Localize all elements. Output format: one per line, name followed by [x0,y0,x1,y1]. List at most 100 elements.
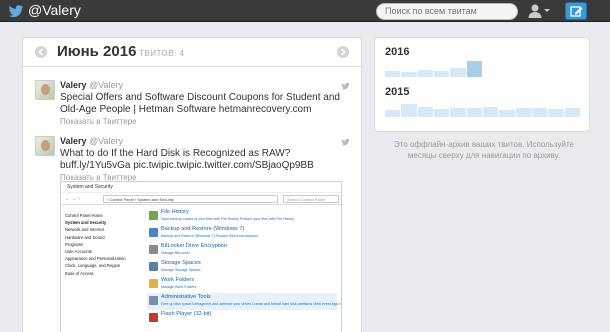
control-panel-item: Flash Player (32-bit) [147,310,337,327]
tweet-attached-image[interactable]: System and Security ← → ↑ › Control Pane… [60,181,342,332]
month-bar[interactable] [466,61,482,77]
control-panel-item-title: File History [161,209,189,215]
control-panel-item-title: Administrative Tools [161,294,211,300]
timeline-card: Июнь 2016 ТВИТОВ: 4 Valery @Valery Speci… [22,37,362,332]
control-panel-item-icon [149,211,158,220]
archive-card: 2016 2015 [374,37,590,132]
month-bar[interactable] [450,68,466,77]
top-bar: @Valery Поиск по всем твитам [0,0,610,22]
month-bar[interactable] [385,110,401,117]
sidebar-item: Control Panel Home [65,213,103,218]
archive-caption: Это оффлайн-архив ваших твитов. Использу… [394,140,574,160]
sidebar-item: Clock, Language, and Region [65,263,121,269]
twitter-bird-icon [341,138,350,146]
tweet-author: Valery @Valery [60,80,123,90]
control-panel-item-icon [149,228,158,237]
twitter-bird-icon[interactable] [8,3,24,19]
month-bars-2016 [385,60,581,77]
month-header: Июнь 2016 ТВИТОВ: 4 [23,38,361,67]
year-2016[interactable]: 2016 [385,46,409,58]
address-bar: ← → ↑ › Control Panel › System and Secur… [61,193,341,205]
control-panel-search: Search Control Panel [283,195,339,203]
avatar[interactable] [35,80,55,100]
control-panel-item-icon [149,279,158,288]
control-panel-sidebar: Control Panel Home System and Security N… [65,212,141,277]
sidebar-item: System and Security [65,220,107,226]
control-panel-item-title: Work Folders [161,277,195,283]
month-bar[interactable] [385,71,401,77]
control-panel-item-icon [149,245,158,254]
control-panel-item-links: Free up disk space Defragment and optimi… [161,302,342,306]
avatar[interactable] [35,136,55,156]
year-2015[interactable]: 2015 [385,86,409,98]
author-name[interactable]: Valery [60,136,87,146]
tweet-author: Valery @Valery [60,136,123,146]
chevron-left-icon [38,48,44,56]
author-name[interactable]: Valery [60,80,87,90]
tweet-text: Special Offers and Software Discount Cou… [60,92,340,115]
search-input[interactable]: Поиск по всем твитам [376,3,518,20]
tweet-text: What to do If the Hard Disk is Recognize… [60,148,314,171]
control-panel-item-title: Storage Spaces [161,260,201,266]
sidebar-item: Appearance and Personalization [65,256,126,262]
control-panel-item-icon [149,296,158,305]
month-bar[interactable] [466,108,482,117]
tweet: Valery @Valery Special Offers and Softwa… [23,80,361,132]
month-bar[interactable] [548,109,564,117]
sidebar-item: Network and Internet [65,227,104,233]
breadcrumb: › Control Panel › System and Security [103,195,278,203]
sidebar-item: Hardware and Sound [65,234,105,240]
control-panel-item: Administrative Tools Free up disk space D… [147,293,341,310]
month-bar[interactable] [450,108,466,117]
view-on-twitter-link[interactable]: Показать в Твиттере [60,117,137,126]
control-panel-items: File History Save backup copies of your f… [147,208,341,327]
month-bar[interactable] [417,70,433,77]
month-bar[interactable] [532,108,548,117]
month-bar[interactable] [434,109,450,117]
control-panel-item: File History Save backup copies of your f… [147,208,337,225]
month-bar[interactable] [564,108,580,117]
tweet-count: ТВИТОВ: 4 [139,49,185,58]
control-panel-item-links: Save backup copies of your files with Fi… [161,217,295,221]
tweet-link[interactable]: buff.ly/1Yu5vGa pic.twipic.twipic.twitte… [60,160,314,171]
control-panel-item-title: Backup and Restore (Windows 7) [161,226,245,232]
control-panel-item: Work Folders Manage Work Folders [147,276,337,293]
prev-month-button[interactable] [35,46,47,58]
user-menu-button[interactable] [527,2,551,20]
nav-arrows-icon: ← → ↑ [65,196,81,202]
tweet-link[interactable]: hetmanrecovery.com [219,104,312,115]
control-panel-item-icon [149,262,158,271]
sidebar-item: Programs [65,241,84,247]
month-bar[interactable] [401,72,417,77]
sidebar-item: User Accounts [65,249,92,255]
month-bar[interactable] [483,107,499,117]
compose-button[interactable] [565,2,587,20]
compose-icon [570,6,583,17]
window-title: System and Security [61,182,341,193]
control-panel-item-title: BitLocker Drive Encryption [161,243,227,249]
month-bar[interactable] [515,108,531,117]
sidebar-item: Ease of Access [65,270,94,276]
control-panel-item-icon [149,313,158,322]
chevron-right-icon [340,48,346,56]
page-title: Июнь 2016 [57,43,137,60]
control-panel-item-links: Manage Storage Spaces [161,268,201,272]
author-handle[interactable]: @Valery [89,136,123,146]
twitter-bird-icon [341,82,350,90]
control-panel-item-links: Manage Work Folders [161,285,197,289]
control-panel-item: BitLocker Drive Encryption Manage BitLock… [147,242,337,259]
month-bar[interactable] [434,71,450,77]
author-handle[interactable]: @Valery [89,80,123,90]
month-bar[interactable] [401,104,417,117]
account-handle[interactable]: @Valery [28,2,81,18]
control-panel-item: Storage Spaces Manage Storage Spaces [147,259,337,276]
month-bar[interactable] [417,107,433,117]
next-month-button[interactable] [337,46,349,58]
control-panel-item: Backup and Restore (Windows 7) Backup and… [147,225,337,242]
control-panel-item-links: Manage BitLocker [161,251,190,255]
user-icon [528,4,550,18]
control-panel-item-title: Flash Player (32-bit) [161,311,212,317]
month-bar[interactable] [499,110,515,117]
control-panel-item-links: Backup and Restore (Windows 7) Restore f… [161,234,259,238]
month-bars-2015 [385,100,581,117]
